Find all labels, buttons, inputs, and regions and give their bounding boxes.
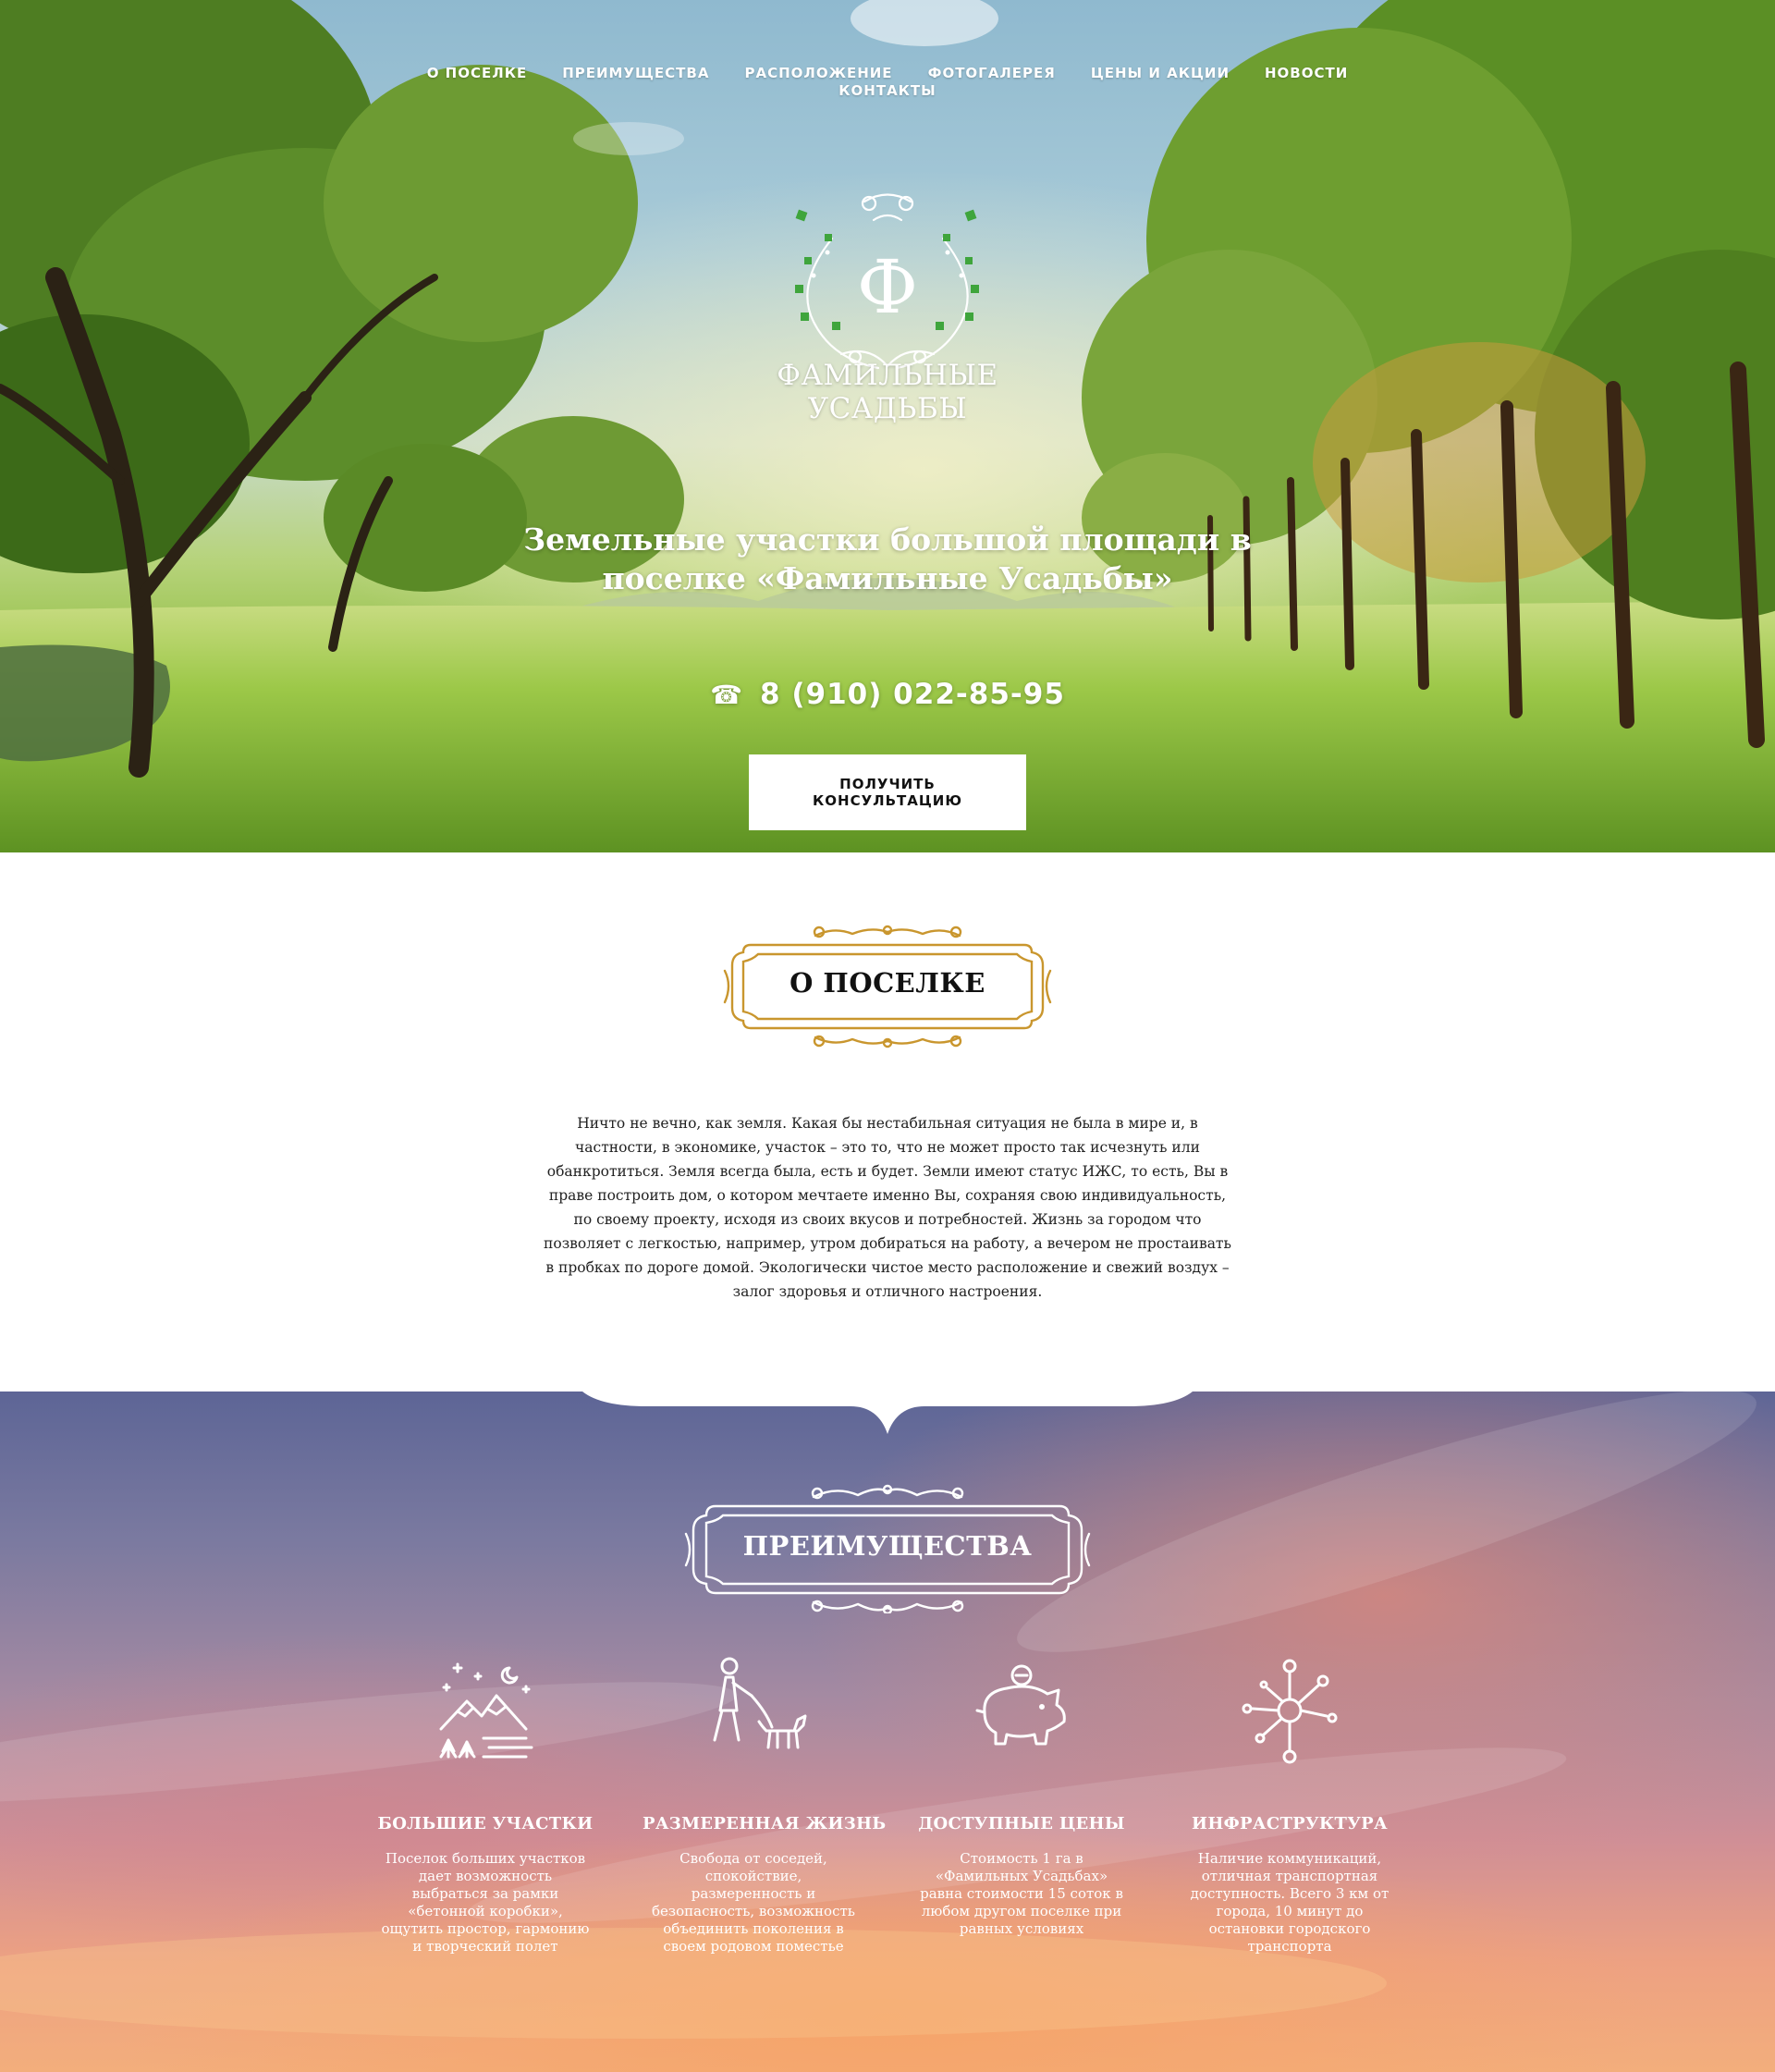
feature-affordable-prices: Доступные цены Стоимость 1 га в «Фамильн…	[911, 1655, 1132, 1938]
logo-name-line2: Усадьбы	[807, 392, 968, 425]
feature-text: Наличие коммуникаций, отличная транспорт…	[1190, 1850, 1389, 1955]
logo-letter: Ф	[857, 244, 918, 330]
phone-number[interactable]: 8 (910) 022-85-95	[760, 678, 1065, 711]
hero-phone[interactable]: ☎ 8 (910) 022-85-95	[703, 678, 1072, 711]
feature-title: Размеренная жизнь	[643, 1814, 887, 1833]
get-consultation-button[interactable]: Получить консультацию	[749, 754, 1026, 830]
advantages-section-title: Преимущества	[742, 1530, 1033, 1562]
section-divider-notch	[582, 1392, 1193, 1434]
network-icon	[1242, 1659, 1338, 1764]
mountains-camp-icon	[439, 1662, 533, 1759]
feature-infrastructure: Инфраструктура Наличие коммуникаций, отл…	[1179, 1655, 1401, 1956]
nav-item-about[interactable]: О поселке	[427, 65, 528, 82]
nav-item-prices[interactable]: Цены и акции	[1091, 65, 1230, 82]
nav-item-contacts[interactable]: Контакты	[839, 82, 936, 100]
logo-name-line1: Фамильные	[777, 359, 998, 392]
hero-title: Земельные участки большой площади в посе…	[523, 521, 1252, 596]
nav-item-location[interactable]: Расположение	[744, 65, 892, 82]
feature-large-plots: Большие участки Поселок больших участков…	[374, 1655, 596, 1956]
about-section-text: Ничто не вечно, как земля. Какая бы нест…	[544, 1115, 1231, 1300]
piggy-bank-icon	[975, 1664, 1066, 1746]
main-nav: О поселке Преимущества Расположение Фото…	[0, 65, 1775, 100]
nav-item-news[interactable]: Новости	[1265, 65, 1348, 82]
about-section-title: О поселке	[790, 967, 985, 999]
feature-text: Стоимость 1 га в «Фамильных Усадьбах» ра…	[920, 1850, 1123, 1937]
feature-text: Поселок больших участков дает возможност…	[381, 1850, 590, 1955]
feature-text: Свобода от соседей, спокойствие, размере…	[652, 1850, 855, 1955]
feature-title: Инфраструктура	[1192, 1814, 1388, 1833]
phone-icon: ☎	[710, 680, 743, 710]
walking-dog-icon	[713, 1657, 807, 1749]
feature-measured-life: Размеренная жизнь Свобода от соседей, сп…	[643, 1655, 887, 1956]
logo-name: Фамильные Усадьбы	[703, 359, 1072, 425]
nav-item-advantages[interactable]: Преимущества	[562, 65, 709, 82]
feature-title: Доступные цены	[918, 1814, 1125, 1833]
nav-item-gallery[interactable]: Фотогалерея	[928, 65, 1056, 82]
feature-title: Большие участки	[377, 1814, 594, 1833]
hero-section: О поселке Преимущества Расположение Фото…	[0, 0, 1775, 852]
